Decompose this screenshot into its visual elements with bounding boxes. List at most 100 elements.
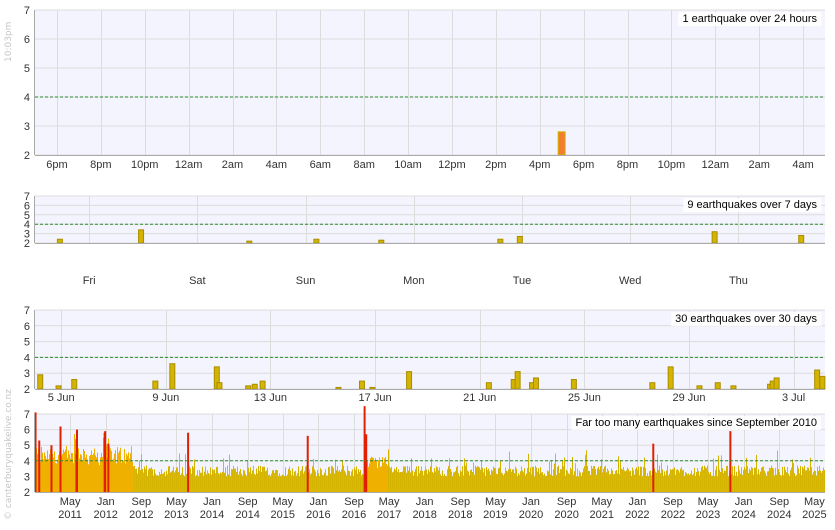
quake-column [649,471,650,492]
quake-column [788,473,789,492]
quake-column [588,471,589,492]
quake-column [561,469,562,492]
quake-column [112,459,113,492]
quake-column [140,469,141,492]
quake-column [484,468,485,492]
quake-column [687,474,688,492]
quake-column [802,466,803,492]
quake-column [789,475,790,492]
quake-column [737,476,738,492]
quake-column [144,466,145,492]
quake-column [102,456,103,492]
quake-column [391,466,392,492]
quake-column [373,458,374,492]
quake-column [45,455,46,492]
quake-column [526,473,527,492]
quake-column [388,449,389,492]
quake-column [343,465,344,492]
quake-column [704,465,705,492]
quake-column [201,472,202,492]
quake-column [557,466,558,492]
quake-column [171,471,172,492]
x-tick-label: May [60,496,81,508]
quake-bar [259,380,266,390]
quake-column [549,461,550,492]
quake-column [415,469,416,492]
quake-column [146,465,147,492]
large-quake-bar [59,426,62,492]
quake-column [156,475,157,492]
quake-column [113,458,114,492]
quake-column [780,475,781,492]
quake-column [448,466,449,492]
quake-column [377,467,378,492]
quake-column [202,466,203,492]
quake-column [569,474,570,492]
quake-column [506,470,507,492]
quake-column [331,465,332,492]
quake-column [94,448,95,492]
quake-column [542,472,543,492]
quake-column [682,470,683,492]
quake-column [382,457,383,492]
quake-column [249,472,250,492]
quake-column [480,469,481,492]
quake-bar [56,238,63,244]
quake-column [268,475,269,492]
quake-column [263,466,264,492]
quake-column [571,469,572,492]
x-tick-label: Sep [132,496,152,508]
quake-column [436,466,437,492]
quake-column [753,474,754,492]
quake-column [470,469,471,492]
quake-column [562,459,563,492]
quake-column [99,465,100,492]
quake-column [270,476,271,492]
quake-column [170,472,171,492]
quake-column [800,465,801,492]
quake-column [237,466,238,492]
quake-column [425,466,426,492]
quake-column [749,468,750,492]
quake-column [738,465,739,492]
quake-column [498,468,499,492]
quake-column [349,471,350,492]
quake-column [598,466,599,492]
quake-column [273,469,274,492]
quake-column [348,470,349,492]
quake-column [610,473,611,492]
chart-panel-1: 2 3 4 5 6 7 6pm 8pm 10pm 12am 2am 4am 6am 8am 10am 12pm… [24,5,825,171]
quake-column [676,469,677,492]
quake-column [174,472,175,492]
x-tick-label: 9 Jun [152,392,179,404]
quake-column [472,472,473,492]
quake-column [768,471,769,492]
quake-column [554,463,555,492]
quake-column [811,467,812,492]
quake-column [490,474,491,492]
quake-column [400,472,401,492]
quake-column [394,468,395,492]
quake-column [791,467,792,492]
quake-column [303,473,304,492]
quake-column [570,467,571,492]
quake-column [182,467,183,492]
quake-column [707,465,708,492]
quake-column [227,465,228,492]
quake-column [87,459,88,492]
quake-column [560,469,561,492]
chart-panel-3: 2 3 4 5 6 7 5 Jun 9 Jun 13 Jun 17 Jun 21 Jun 25 Jun… [24,305,826,404]
quake-column [378,460,379,492]
quake-column [235,468,236,492]
quake-column [450,469,451,492]
quake-column [65,449,66,492]
large-quake-bar [50,445,53,492]
quake-column [176,467,177,492]
x-tick-year-label: 2018 [448,509,472,521]
quake-column [251,473,252,492]
quake-column [245,474,246,492]
large-quake-bar [104,431,107,492]
quake-column [467,470,468,492]
quake-column [720,472,721,492]
quake-column [284,476,285,492]
